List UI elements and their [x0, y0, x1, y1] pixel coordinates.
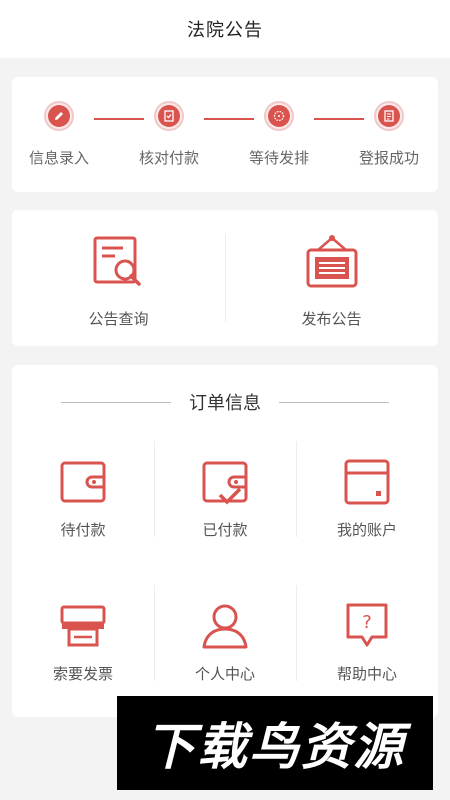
grid-label: 我的账户 [336, 521, 397, 539]
my-account-button[interactable]: 我的账户 [296, 439, 438, 569]
grid-label: 待付款 [60, 521, 106, 539]
watermark-banner: 下载鸟资源 [117, 696, 433, 790]
progress-steps-card: 信息录入 核对付款 等待发排 登报成功 [12, 77, 438, 192]
svg-text:?: ? [362, 612, 372, 633]
divider [61, 401, 171, 403]
section-header: 订单信息 [12, 387, 438, 417]
notice-search-button[interactable]: 公告查询 [12, 210, 225, 346]
pending-payment-button[interactable]: 待付款 [12, 439, 154, 569]
action-label: 公告查询 [88, 310, 149, 328]
grid-label: 帮助中心 [336, 665, 397, 683]
personal-center-button[interactable]: 个人中心 [154, 583, 296, 713]
action-label: 发布公告 [301, 310, 362, 328]
step-publish-success: 登报成功 [334, 101, 444, 168]
check-document-icon [164, 110, 174, 122]
notice-board-icon [306, 235, 357, 288]
page-title: 法院公告 [187, 20, 263, 41]
clock-icon [273, 110, 285, 122]
divider [279, 401, 389, 403]
help-icon: ? [346, 603, 388, 647]
app-header: 法院公告 [0, 0, 450, 58]
grid-label: 索要发票 [52, 665, 113, 683]
search-document-icon [93, 236, 141, 286]
publish-notice-button[interactable]: 发布公告 [225, 210, 438, 346]
printer-icon [60, 605, 106, 647]
quick-actions-card: 公告查询 发布公告 [12, 210, 438, 346]
step-label: 信息录入 [28, 149, 89, 167]
user-icon [202, 604, 248, 649]
account-card-icon [344, 459, 390, 505]
section-title: 订单信息 [189, 393, 261, 414]
success-document-icon [384, 110, 394, 122]
watermark-text: 下载鸟资源 [145, 718, 405, 776]
grid-label: 个人中心 [194, 665, 255, 683]
step-verify-payment: 核对付款 [114, 101, 224, 168]
wallet-check-icon [202, 461, 248, 505]
help-center-button[interactable]: ? 帮助中心 [296, 583, 438, 713]
pencil-icon [55, 112, 63, 120]
request-invoice-button[interactable]: 索要发票 [12, 583, 154, 713]
paid-orders-button[interactable]: 已付款 [154, 439, 296, 569]
wallet-icon [60, 461, 106, 503]
order-info-card: 订单信息 待付款 已付款 我的账户 索要发票 个人中心 ? 帮助中心 [12, 365, 438, 717]
step-label: 登报成功 [358, 149, 419, 167]
step-waiting-typeset: 等待发排 [224, 101, 334, 168]
step-label: 核对付款 [138, 149, 199, 167]
step-info-entry: 信息录入 [4, 101, 114, 168]
step-label: 等待发排 [248, 149, 309, 167]
grid-label: 已付款 [202, 521, 248, 539]
